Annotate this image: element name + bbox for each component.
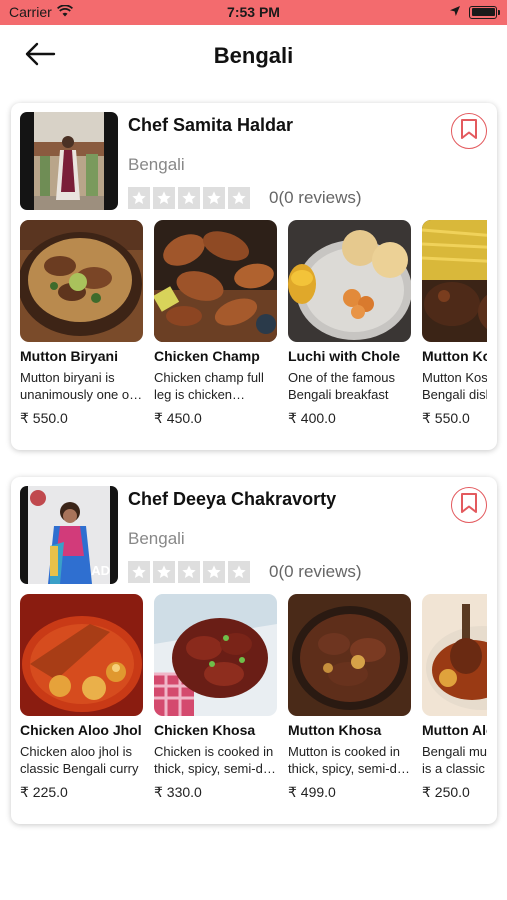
chef-card[interactable]: Chef Samita Haldar Bengali 0(0 reviews) xyxy=(11,103,497,450)
star-icon xyxy=(178,187,200,209)
dish-item[interactable]: Mutton Khosa Mutton is cooked in thick, … xyxy=(288,594,411,809)
location-arrow-icon xyxy=(449,4,461,20)
star-icon xyxy=(178,561,200,583)
star-icon xyxy=(128,187,150,209)
dish-name: Mutton Biryani xyxy=(20,348,118,364)
review-count: 0(0 reviews) xyxy=(269,188,362,207)
rating-stars xyxy=(128,187,250,209)
dish-image xyxy=(20,594,143,716)
dish-image xyxy=(422,594,487,716)
dish-item[interactable]: Chicken Khosa Chicken is cooked in thick… xyxy=(154,594,277,809)
dish-item[interactable]: Chicken Aloo Jhol Chicken aloo jhol is c… xyxy=(20,594,143,809)
dish-item[interactable]: Mutton Kosha Mutton Kosha is Bengali dis… xyxy=(422,220,487,435)
dish-image xyxy=(422,220,487,342)
dish-item[interactable]: Luchi with Chole One of the famous Benga… xyxy=(288,220,411,435)
dish-price: ₹ 550.0 xyxy=(20,410,68,426)
status-right-group xyxy=(449,4,500,20)
dish-name: Chicken Khosa xyxy=(154,722,256,738)
chef-name[interactable]: Chef Deeya Chakravorty xyxy=(128,489,336,510)
dish-name: Luchi with Chole xyxy=(288,348,400,364)
dish-item[interactable]: Mutton Biryani Mutton biryani is unanimo… xyxy=(20,220,143,435)
photo-overlay-text: AD xyxy=(91,563,110,578)
star-icon xyxy=(203,561,225,583)
dish-price: ₹ 400.0 xyxy=(288,410,336,426)
bookmark-icon xyxy=(460,492,478,519)
dish-name: Chicken Aloo Jhol xyxy=(20,722,142,738)
star-icon xyxy=(128,561,150,583)
nav-header: Bengali xyxy=(0,25,507,87)
dish-price: ₹ 225.0 xyxy=(20,784,68,800)
dish-description: Mutton Kosha is Bengali dish xyxy=(422,370,487,402)
review-count: 0(0 reviews) xyxy=(269,562,362,581)
dish-price: ₹ 250.0 xyxy=(422,784,470,800)
star-icon xyxy=(153,187,175,209)
dish-image xyxy=(288,594,411,716)
bookmark-button[interactable] xyxy=(451,113,487,149)
dish-image xyxy=(288,220,411,342)
dish-name: Mutton Aloo xyxy=(422,722,487,738)
dish-description: Chicken aloo jhol is classic Bengali cur… xyxy=(20,744,139,776)
chef-avatar[interactable]: AD xyxy=(20,486,118,584)
chef-cuisine: Bengali xyxy=(128,529,185,548)
rating-stars xyxy=(128,561,250,583)
dish-image xyxy=(20,220,143,342)
bookmark-icon xyxy=(460,118,478,145)
dish-price: ₹ 330.0 xyxy=(154,784,202,800)
dish-name: Mutton Khosa xyxy=(288,722,382,738)
page-title: Bengali xyxy=(213,43,294,68)
dish-item[interactable]: Chicken Champ Chicken champ full leg is … xyxy=(154,220,277,435)
dish-price: ₹ 550.0 xyxy=(422,410,470,426)
chef-name[interactable]: Chef Samita Haldar xyxy=(128,115,293,136)
status-time: 7:53 PM xyxy=(227,4,280,20)
dish-name: Chicken Champ xyxy=(154,348,260,364)
dish-image xyxy=(154,594,277,716)
status-bar: Carrier 7:53 PM xyxy=(0,0,507,25)
chef-card[interactable]: AD Chef Deeya Chakravorty Bengali 0(0 re… xyxy=(11,477,497,824)
dish-carousel[interactable]: Mutton Biryani Mutton biryani is unanimo… xyxy=(20,220,487,440)
bookmark-button[interactable] xyxy=(451,487,487,523)
dish-image xyxy=(154,220,277,342)
dish-description: Mutton is cooked in thick, spicy, semi-d… xyxy=(288,744,408,776)
dish-description: Chicken is cooked in thick, spicy, semi-… xyxy=(154,744,274,776)
dish-description: Bengali mutton curry is a classic xyxy=(422,744,487,776)
chef-avatar[interactable] xyxy=(20,112,118,210)
dish-description: Chicken champ full leg is chicken cooked xyxy=(154,370,264,402)
star-icon xyxy=(228,561,250,583)
star-icon xyxy=(228,187,250,209)
dish-price: ₹ 499.0 xyxy=(288,784,336,800)
battery-icon xyxy=(469,5,500,19)
dish-carousel[interactable]: Chicken Aloo Jhol Chicken aloo jhol is c… xyxy=(20,594,487,814)
dish-description: One of the famous Bengali breakfast xyxy=(288,370,395,402)
star-icon xyxy=(153,561,175,583)
dish-price: ₹ 450.0 xyxy=(154,410,202,426)
dish-name: Mutton Kosha xyxy=(422,348,487,364)
dish-item[interactable]: Mutton Aloo Bengali mutton curry is a cl… xyxy=(422,594,487,809)
chef-cuisine: Bengali xyxy=(128,155,185,174)
dish-description: Mutton biryani is unanimously one of the… xyxy=(20,370,133,402)
star-icon xyxy=(203,187,225,209)
